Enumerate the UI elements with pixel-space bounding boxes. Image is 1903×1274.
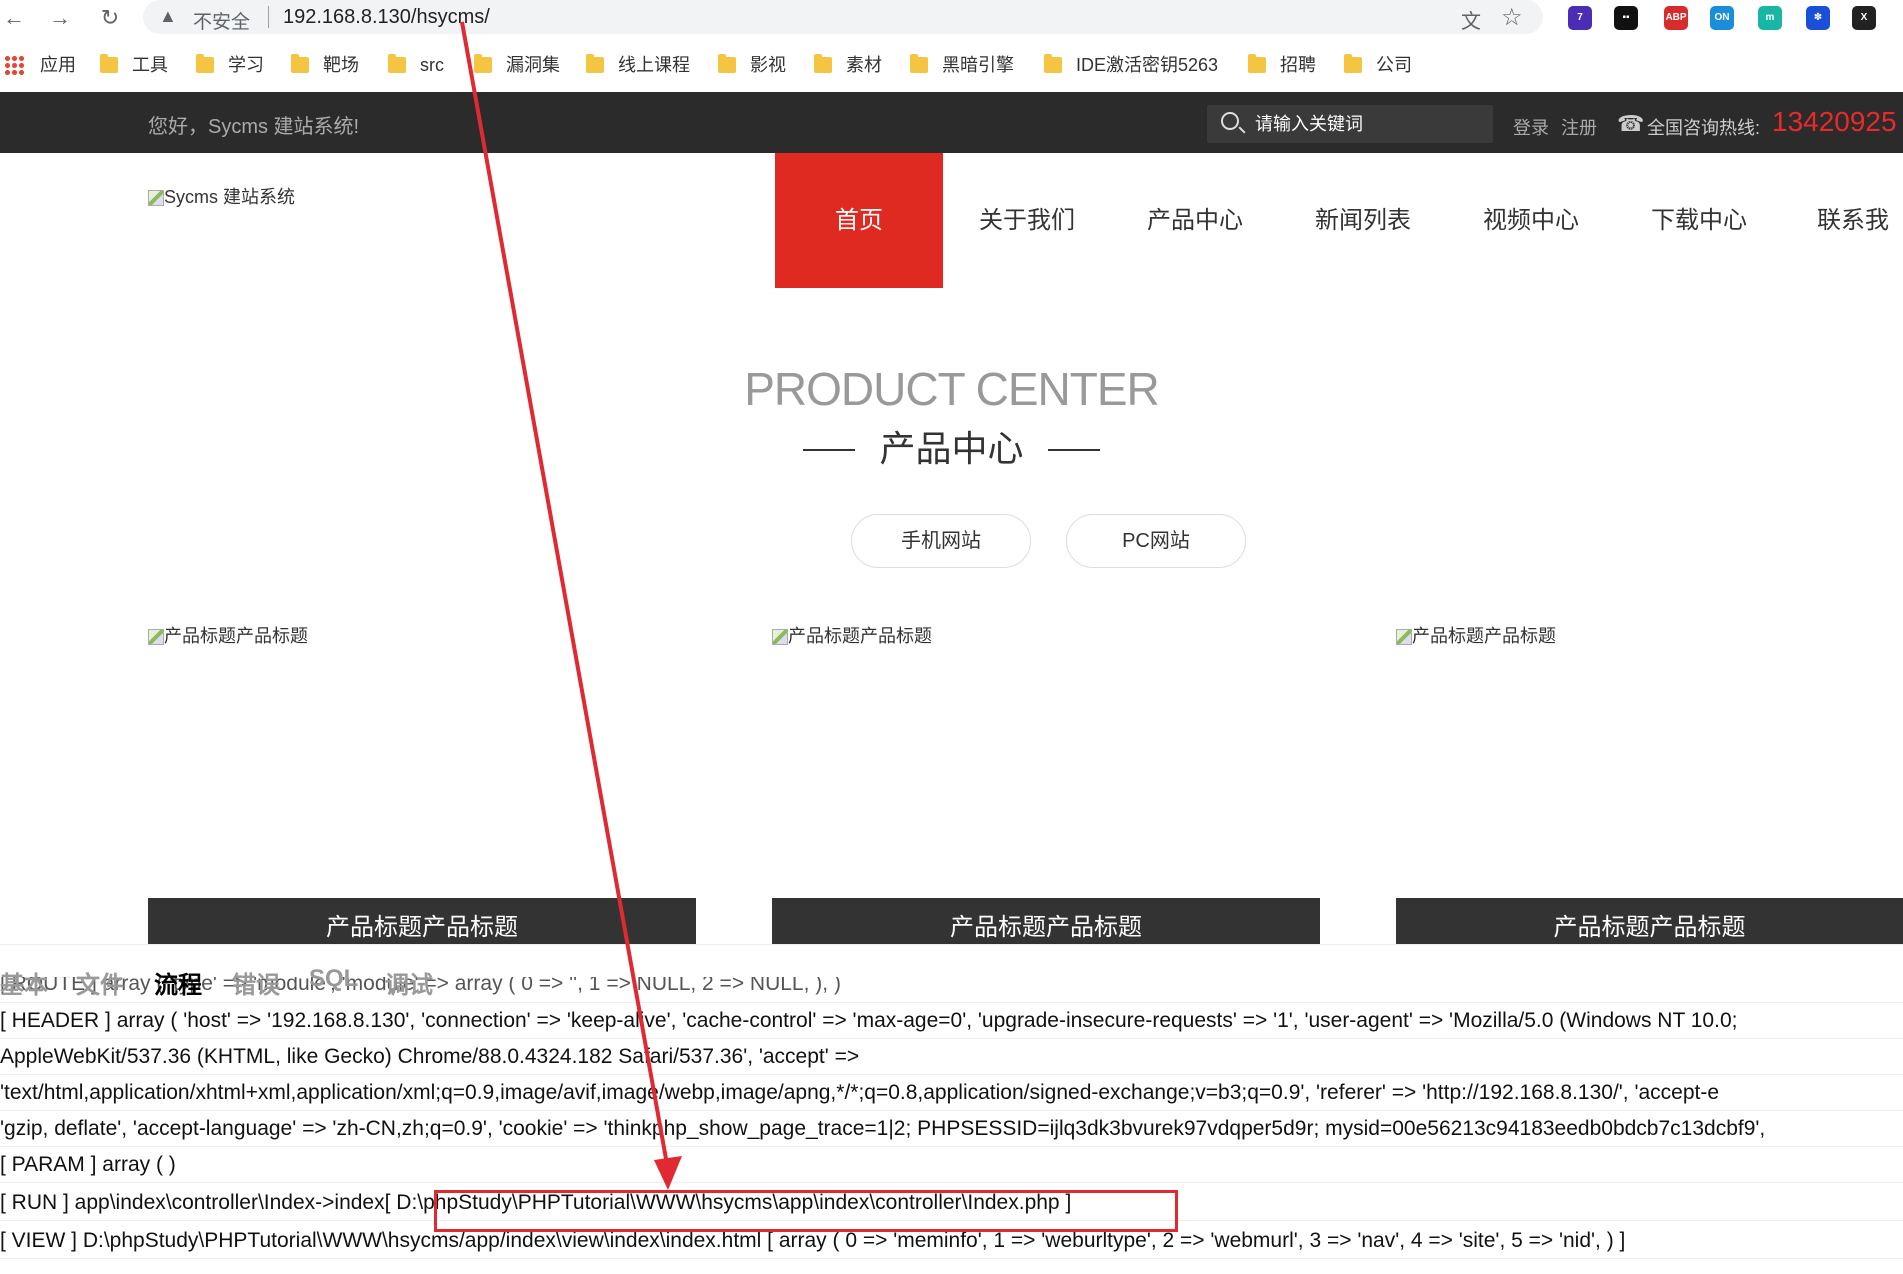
folder-icon <box>1044 54 1062 73</box>
nav-news[interactable]: 新闻列表 <box>1279 153 1447 288</box>
paw-extension[interactable]: ✽ <box>1806 6 1830 30</box>
nav-about[interactable]: 关于我们 <box>943 153 1111 288</box>
section-title-cn: 产品中心 <box>879 428 1024 469</box>
bookmark-folder[interactable]: 线上课程 <box>586 52 690 78</box>
title-dash-left <box>803 449 856 451</box>
bookmark-star-icon[interactable]: ☆ <box>1501 3 1523 32</box>
trace-line: 'text/html,application/xhtml+xml,applica… <box>0 1075 1903 1111</box>
bookmark-folder[interactable]: 素材 <box>814 52 882 78</box>
folder-icon <box>910 54 928 73</box>
search-input[interactable] <box>1253 111 1483 137</box>
hotline-number: 13420925 <box>1772 106 1897 137</box>
product-image[interactable]: 产品标题产品标题 <box>1396 622 1556 648</box>
m-extension[interactable]: m <box>1758 6 1782 30</box>
bookmark-folder[interactable]: 招聘 <box>1248 52 1316 78</box>
pc-site-button[interactable]: PC网站 <box>1066 514 1246 568</box>
trace-line: [ PARAM ] array ( ) <box>0 1147 1903 1183</box>
bookmark-folder[interactable]: 漏洞集 <box>474 52 560 78</box>
x-extension[interactable]: X <box>1852 6 1876 30</box>
highlight-box <box>434 1190 1178 1232</box>
forward-arrow-icon[interactable]: → <box>46 4 74 32</box>
bookmark-folder[interactable]: src <box>388 52 444 78</box>
trace-line: AppleWebKit/537.36 (KHTML, like Gecko) C… <box>0 1039 1903 1075</box>
folder-icon <box>814 54 832 73</box>
broken-image-icon <box>1396 629 1412 645</box>
trace-line: 'gzip, deflate', 'accept-language' => 'z… <box>0 1111 1903 1147</box>
greeting-text: 您好，Sycms 建站系统! <box>148 116 360 138</box>
folder-icon <box>474 54 492 73</box>
trace-line: [ HEADER ] array ( 'host' => '192.168.8.… <box>0 1003 1903 1039</box>
back-arrow-icon[interactable]: ← <box>0 4 28 32</box>
section-title-en: PRODUCT CENTER <box>744 363 1160 415</box>
folder-icon <box>1248 54 1266 73</box>
abp-extension[interactable]: ABP <box>1664 6 1688 30</box>
bookmark-folder[interactable]: 黑暗引擎 <box>910 52 1014 78</box>
trace-tab-sql[interactable]: SQL <box>309 965 358 993</box>
folder-icon <box>100 54 118 73</box>
nav-products[interactable]: 产品中心 <box>1111 153 1279 288</box>
bookmark-folder[interactable]: 工具 <box>100 52 168 78</box>
hotline-label: 全国咨询热线: <box>1647 118 1761 138</box>
folder-icon <box>718 54 736 73</box>
trace-tab-basic[interactable]: 基本 <box>0 965 48 1000</box>
site-header: Sycms 建站系统 首页 关于我们 产品中心 新闻列表 视频中心 下载中心 联… <box>0 153 1903 288</box>
on-extension[interactable]: ON <box>1710 6 1734 30</box>
omnibox-separator <box>268 6 269 28</box>
nav-download[interactable]: 下载中心 <box>1615 153 1783 288</box>
title-dash-right <box>1047 449 1100 451</box>
browser-toolbar: ← → ↻ ▲ 不安全 192.168.8.130/hsycms/ 文 ☆ 7 ▪… <box>0 0 1903 36</box>
address-bar[interactable]: ▲ 不安全 192.168.8.130/hsycms/ 文 ☆ <box>143 0 1543 34</box>
insecure-label[interactable]: 不安全 <box>193 7 250 34</box>
product-title-bar[interactable]: 产品标题产品标题 <box>772 898 1320 944</box>
site-topbar: 您好，Sycms 建站系统! 登录 注册 ☎ 全国咨询热线: 13420925 <box>0 92 1903 153</box>
reload-icon[interactable]: ↻ <box>96 4 124 32</box>
folder-icon <box>196 54 214 73</box>
folder-icon <box>388 54 406 73</box>
product-image[interactable]: 产品标题产品标题 <box>148 622 308 648</box>
trace-tab-debug[interactable]: 调试 <box>385 965 433 1000</box>
nav-video[interactable]: 视频中心 <box>1447 153 1615 288</box>
folder-icon <box>1344 54 1362 73</box>
login-link[interactable]: 登录 <box>1513 114 1549 140</box>
bookmarks-bar: 应用 工具 学习 靶场 src 漏洞集 线上课程 影视 素材 黑暗引擎 IDE激… <box>0 48 1903 84</box>
nav-contact[interactable]: 联系我们 <box>1783 153 1903 288</box>
badge-7-extension[interactable]: 7 <box>1568 6 1592 30</box>
bookmark-folder[interactable]: 公司 <box>1344 52 1412 78</box>
translate-icon[interactable]: 文 <box>1461 5 1481 34</box>
section-title-cn-wrap: 产品中心 <box>0 420 1903 472</box>
product-image[interactable]: 产品标题产品标题 <box>772 622 932 648</box>
broken-image-icon <box>148 629 164 645</box>
site-search[interactable] <box>1207 105 1493 143</box>
broken-image-icon <box>772 629 788 645</box>
trace-tab-errors[interactable]: 错误 <box>232 965 280 1000</box>
trace-line: [ ROUTE ] array ( 'type' => 'module', 'm… <box>0 977 1903 1003</box>
trace-tab-files[interactable]: 文件 <box>76 965 124 1000</box>
bookmark-folder[interactable]: 靶场 <box>291 52 359 78</box>
folder-icon <box>291 54 309 73</box>
broken-image-icon <box>148 190 164 206</box>
phone-icon: ☎ <box>1617 111 1645 136</box>
warning-icon[interactable]: ▲ <box>159 6 177 27</box>
url-text[interactable]: 192.168.8.130/hsycms/ <box>283 6 490 29</box>
site-logo[interactable]: Sycms 建站系统 <box>148 183 295 209</box>
trace-tab-flow[interactable]: 流程 <box>154 965 202 1000</box>
ghost-extension[interactable]: ▪▪ <box>1614 6 1638 30</box>
product-title-bar[interactable]: 产品标题产品标题 <box>1396 898 1903 944</box>
product-title-bar[interactable]: 产品标题产品标题 <box>148 898 696 944</box>
register-link[interactable]: 注册 <box>1561 114 1597 140</box>
search-icon[interactable] <box>1221 112 1239 130</box>
bookmark-folder[interactable]: 影视 <box>718 52 786 78</box>
apps-grid-icon <box>4 55 24 75</box>
bookmark-folder[interactable]: IDE激活密钥5263 <box>1044 52 1218 78</box>
nav-home[interactable]: 首页 <box>775 153 943 288</box>
bookmark-apps[interactable]: 应用 <box>4 52 76 78</box>
bookmark-folder[interactable]: 学习 <box>196 52 264 78</box>
folder-icon <box>586 54 604 73</box>
mobile-site-button[interactable]: 手机网站 <box>851 514 1031 568</box>
